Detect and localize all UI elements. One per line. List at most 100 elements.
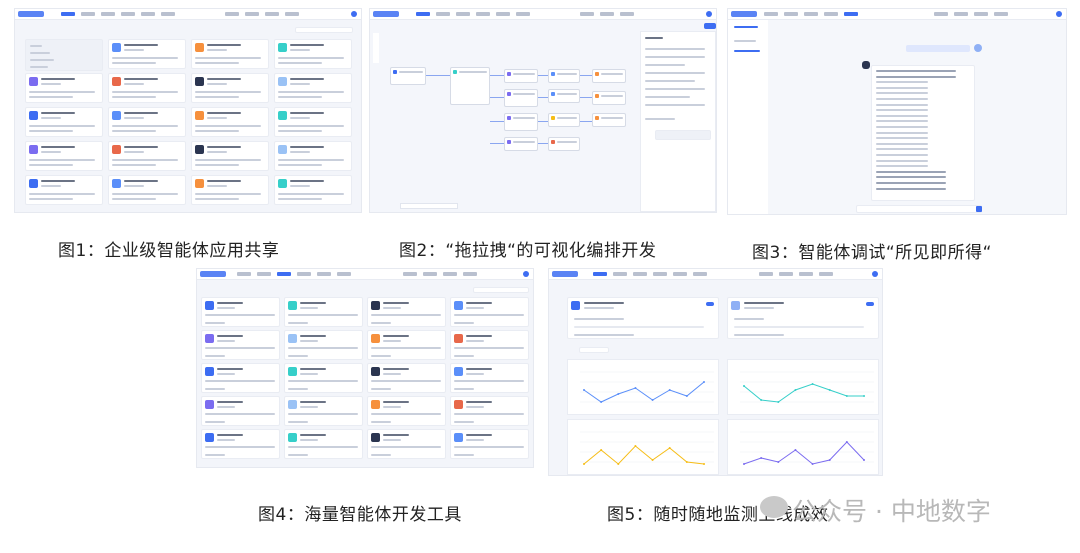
caption-fig2: 图2：“拖拉拽“的可视化编排开发	[399, 241, 657, 261]
tool-card[interactable]	[201, 330, 280, 360]
app-card[interactable]	[108, 73, 186, 103]
tool-card[interactable]	[450, 429, 529, 459]
app-desc	[195, 159, 261, 161]
tool-card[interactable]	[284, 429, 363, 459]
app-card[interactable]	[274, 73, 352, 103]
app-card[interactable]	[108, 39, 186, 69]
tool-desc	[454, 413, 524, 415]
agent-status-card-left[interactable]	[567, 297, 719, 339]
data-point	[634, 387, 637, 389]
node-config-panel[interactable]	[640, 31, 716, 212]
user-avatar[interactable]	[872, 271, 878, 277]
app-card[interactable]	[274, 175, 352, 205]
tool-author	[466, 439, 484, 441]
filter-panel[interactable]	[25, 39, 103, 71]
app-desc	[112, 198, 156, 200]
workflow-node[interactable]	[592, 69, 626, 83]
tool-card[interactable]	[284, 363, 363, 393]
caption-fig1: 图1：企业级智能体应用共享	[58, 241, 280, 261]
app-title	[124, 146, 158, 148]
app-card[interactable]	[25, 141, 103, 171]
tool-card[interactable]	[450, 330, 529, 360]
agent-status-card-right[interactable]	[727, 297, 879, 339]
app-card[interactable]	[191, 39, 269, 69]
nav-menu[interactable]	[593, 272, 707, 277]
workflow-node[interactable]	[548, 137, 580, 151]
app-card[interactable]	[191, 73, 269, 103]
tool-card[interactable]	[367, 330, 446, 360]
search-input[interactable]	[473, 287, 529, 293]
workflow-node[interactable]	[504, 89, 538, 107]
connector	[538, 121, 548, 122]
tool-card[interactable]	[450, 363, 529, 393]
toggle-switch[interactable]	[866, 302, 874, 306]
zoom-controls[interactable]	[400, 203, 458, 209]
app-card[interactable]	[274, 141, 352, 171]
search-input[interactable]	[295, 27, 353, 33]
tool-card[interactable]	[201, 429, 280, 459]
tool-card[interactable]	[450, 396, 529, 426]
user-avatar[interactable]	[1056, 11, 1062, 17]
tool-card[interactable]	[201, 396, 280, 426]
app-desc	[278, 198, 322, 200]
tool-card[interactable]	[450, 297, 529, 327]
workflow-node[interactable]	[504, 69, 538, 83]
app-card[interactable]	[108, 141, 186, 171]
send-button[interactable]	[976, 206, 982, 212]
user-avatar[interactable]	[706, 11, 712, 17]
workflow-node[interactable]	[548, 69, 580, 83]
tool-card[interactable]	[201, 363, 280, 393]
app-card[interactable]	[108, 107, 186, 137]
canvas-toolbar[interactable]	[373, 33, 379, 63]
workflow-node[interactable]	[504, 137, 538, 151]
workflow-node[interactable]	[548, 89, 580, 103]
tool-card[interactable]	[367, 429, 446, 459]
app-desc	[112, 96, 156, 98]
app-title	[290, 78, 324, 80]
tool-card[interactable]	[367, 297, 446, 327]
chat-input[interactable]	[856, 205, 982, 213]
app-icon	[278, 43, 287, 52]
connector	[490, 143, 504, 144]
workflow-node[interactable]	[390, 67, 426, 85]
tool-card[interactable]	[367, 396, 446, 426]
user-avatar[interactable]	[351, 11, 357, 17]
app-card[interactable]	[108, 175, 186, 205]
app-desc	[112, 57, 178, 59]
workflow-node[interactable]	[450, 67, 490, 105]
app-card[interactable]	[25, 73, 103, 103]
tool-icon	[454, 433, 463, 442]
tool-icon	[288, 301, 297, 310]
app-title	[124, 112, 158, 114]
workflow-node[interactable]	[592, 113, 626, 127]
nav-menu[interactable]	[237, 272, 351, 277]
tool-card[interactable]	[284, 330, 363, 360]
nav-menu[interactable]	[61, 12, 175, 17]
app-card[interactable]	[274, 39, 352, 69]
session-sidebar[interactable]	[728, 20, 768, 214]
nav-menu[interactable]	[416, 12, 530, 17]
workflow-node[interactable]	[504, 113, 538, 131]
nav-menu[interactable]	[764, 12, 858, 17]
publish-button[interactable]	[704, 23, 716, 29]
user-avatar[interactable]	[523, 271, 529, 277]
tool-desc	[288, 347, 358, 349]
app-card[interactable]	[191, 175, 269, 205]
app-card[interactable]	[274, 107, 352, 137]
tool-card[interactable]	[201, 297, 280, 327]
workflow-node[interactable]	[592, 91, 626, 105]
tool-card[interactable]	[367, 363, 446, 393]
workflow-node[interactable]	[548, 113, 580, 127]
date-filter[interactable]	[579, 347, 609, 353]
app-card[interactable]	[25, 175, 103, 205]
app-card[interactable]	[25, 107, 103, 137]
app-card[interactable]	[191, 141, 269, 171]
table-row	[876, 170, 946, 173]
app-subtitle	[41, 83, 61, 85]
tool-card[interactable]	[284, 297, 363, 327]
toggle-switch[interactable]	[706, 302, 714, 306]
app-title	[41, 180, 75, 182]
tool-card[interactable]	[284, 396, 363, 426]
app-card[interactable]	[191, 107, 269, 137]
app-subtitle	[207, 83, 227, 85]
